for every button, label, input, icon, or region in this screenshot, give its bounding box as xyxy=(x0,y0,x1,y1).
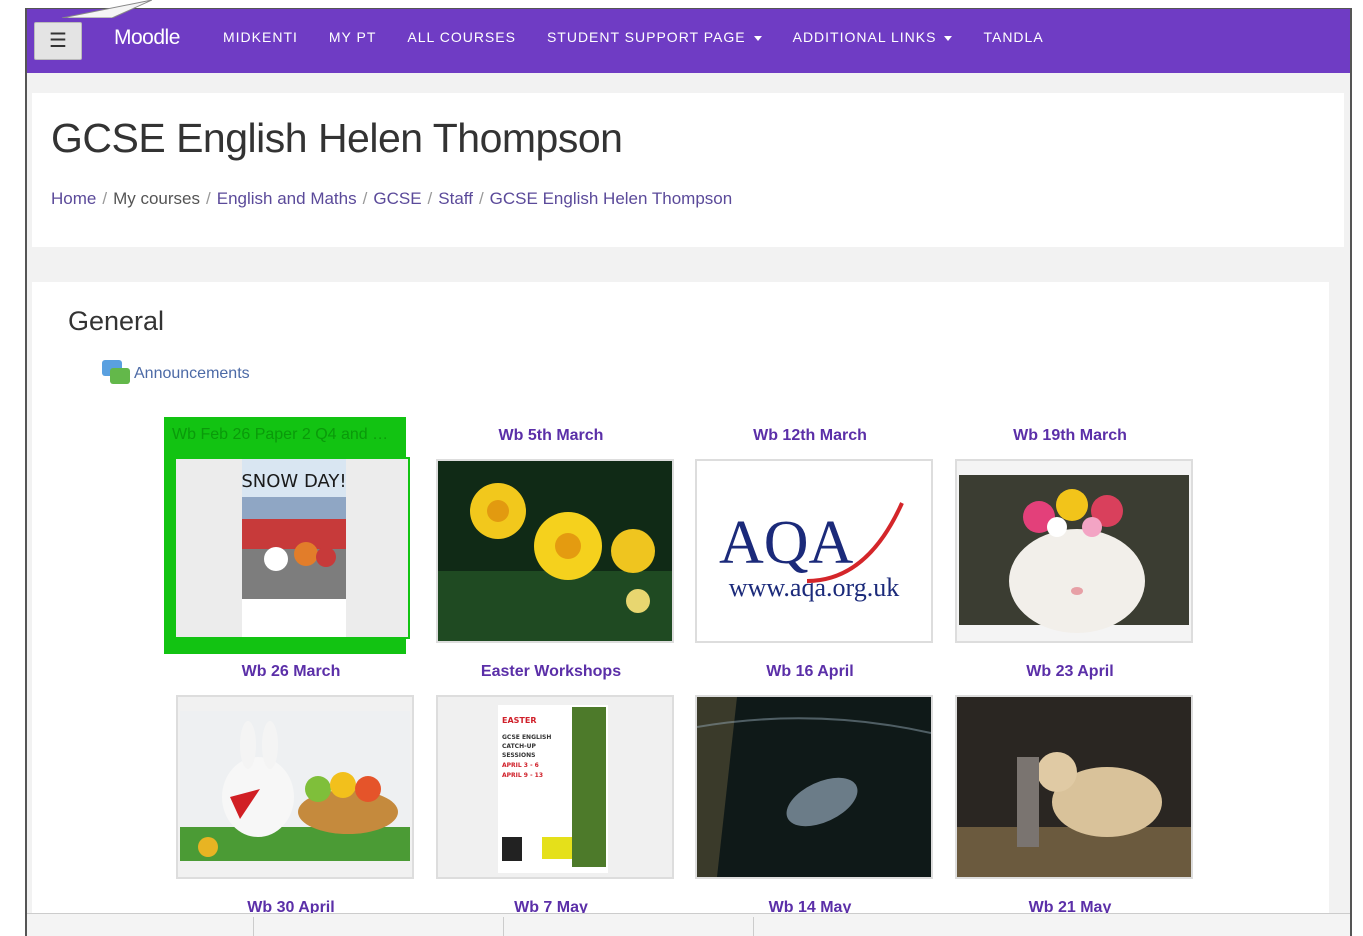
tile-caption: Wb 19th March xyxy=(1013,427,1127,444)
primary-nav: MIDKENTI MY PT ALL COURSES STUDENT SUPPO… xyxy=(223,29,1075,45)
top-navbar: ☰ Moodle MIDKENTI MY PT ALL COURSES STUD… xyxy=(27,9,1350,73)
svg-text:www.aqa.org.uk: www.aqa.org.uk xyxy=(729,573,899,602)
easter-workshop-poster-image: EASTER GCSE ENGLISH CATCH-UP SESSIONS AP… xyxy=(436,695,674,879)
dog-and-goat-image xyxy=(955,695,1193,879)
nav-item-student-support[interactable]: STUDENT SUPPORT PAGE xyxy=(547,29,762,45)
tile-caption: Wb 5th March xyxy=(498,427,604,444)
pointer-arrow-icon xyxy=(62,0,152,18)
page-header: GCSE English Helen Thompson Home / My cour… xyxy=(32,93,1344,247)
tile-caption: Wb 26 March xyxy=(241,663,341,680)
tile-wb-5th-march[interactable]: Wb 5th March xyxy=(430,427,674,647)
daffodils-image xyxy=(436,459,674,643)
page-title: GCSE English Helen Thompson xyxy=(51,115,623,161)
svg-text:EASTER: EASTER xyxy=(502,716,537,725)
tile-caption: Wb 16 April xyxy=(766,663,854,680)
course-content: General Announcements Wb Feb 26 Paper 2 … xyxy=(32,282,1329,936)
announcements-label: Announcements xyxy=(134,365,250,382)
svg-text:APRIL 9 - 13: APRIL 9 - 13 xyxy=(502,772,543,779)
seal-underwater-image xyxy=(695,695,933,879)
tile-wb-16-april[interactable]: Wb 16 April xyxy=(689,663,933,883)
tile-caption: Wb Feb 26 Paper 2 Q4 and P2 ... xyxy=(172,426,398,443)
breadcrumb-staff[interactable]: Staff xyxy=(438,189,473,208)
nav-item-tandla[interactable]: TANDLA xyxy=(983,29,1043,45)
nav-item-midkenti[interactable]: MIDKENTI xyxy=(223,29,298,45)
nav-item-additional-links[interactable]: ADDITIONAL LINKS xyxy=(793,29,953,45)
tile-wb-feb-26[interactable]: Wb Feb 26 Paper 2 Q4 and P2 ... SNOW DAY… xyxy=(164,417,410,654)
nav-item-my-pt[interactable]: MY PT xyxy=(329,29,377,45)
cat-flower-crown-image xyxy=(955,459,1193,643)
breadcrumb-my-courses: My courses xyxy=(113,189,201,208)
announcements-link[interactable]: Announcements xyxy=(102,358,250,390)
tile-wb-19th-march[interactable]: Wb 19th March xyxy=(949,427,1193,647)
svg-text:SNOW DAY!: SNOW DAY! xyxy=(241,471,346,492)
aqa-logo-image: AQA www.aqa.org.uk xyxy=(695,459,933,643)
tile-caption: Wb 23 April xyxy=(1026,663,1114,680)
site-brand[interactable]: Moodle xyxy=(114,26,180,50)
tile-easter-workshops[interactable]: Easter Workshops EASTER GCSE ENGLISH CAT… xyxy=(430,663,674,883)
caret-down-icon xyxy=(944,35,953,41)
breadcrumb-english-maths[interactable]: English and Maths xyxy=(217,189,357,208)
tile-caption: Wb 12th March xyxy=(753,427,867,444)
browser-frame: ☰ Moodle MIDKENTI MY PT ALL COURSES STUD… xyxy=(25,8,1352,936)
snow-day-image: SNOW DAY! xyxy=(174,457,410,639)
breadcrumb-gcse[interactable]: GCSE xyxy=(373,189,421,208)
easter-bunny-image xyxy=(176,695,414,879)
breadcrumb-home[interactable]: Home xyxy=(51,189,96,208)
breadcrumb: Home / My courses / English and Maths / GCSE / S… xyxy=(51,189,733,208)
tile-wb-23-april[interactable]: Wb 23 April xyxy=(949,663,1193,883)
tile-wb-26-march[interactable]: Wb 26 March xyxy=(170,663,414,883)
nav-item-all-courses[interactable]: ALL COURSES xyxy=(407,29,516,45)
svg-text:CATCH-UP: CATCH-UP xyxy=(502,743,536,750)
svg-text:SESSIONS: SESSIONS xyxy=(502,752,535,759)
bottom-bar xyxy=(27,913,1350,936)
svg-text:APRIL 3 - 6: APRIL 3 - 6 xyxy=(502,762,539,769)
tile-wb-12th-march[interactable]: Wb 12th March AQA www.aqa.org.uk xyxy=(689,427,933,647)
svg-text:GCSE ENGLISH: GCSE ENGLISH xyxy=(502,734,551,741)
svg-text:AQA: AQA xyxy=(719,509,854,577)
forum-icon xyxy=(102,358,130,390)
section-title: General xyxy=(68,306,165,336)
caret-down-icon xyxy=(753,35,762,41)
breadcrumb-current-course[interactable]: GCSE English Helen Thompson xyxy=(490,189,733,208)
tile-caption: Easter Workshops xyxy=(480,663,622,680)
hamburger-menu-button[interactable]: ☰ xyxy=(34,22,82,60)
